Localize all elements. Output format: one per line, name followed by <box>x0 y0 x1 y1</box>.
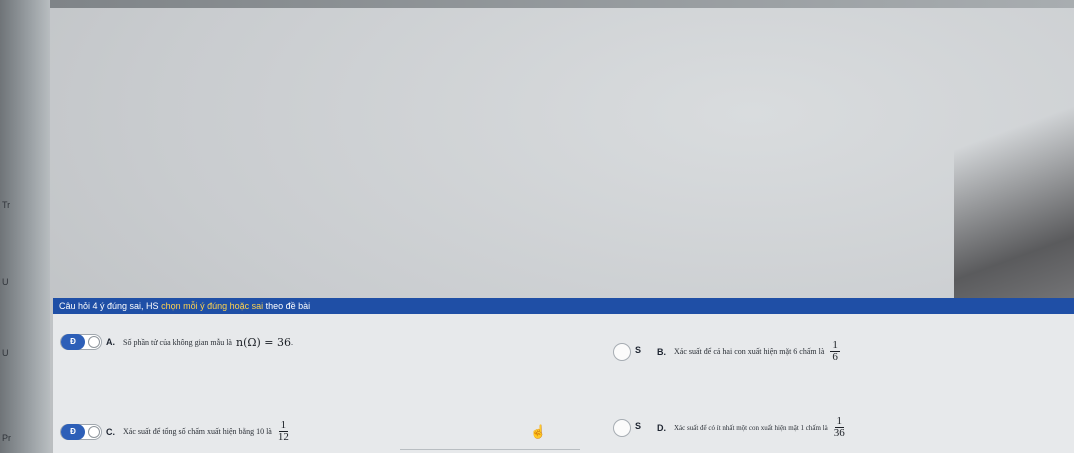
answer-toggle-b[interactable]: S <box>613 342 653 361</box>
edge-text: Pr <box>2 433 11 443</box>
statement-fraction: 1 6 <box>830 340 840 363</box>
statement-letter: D. <box>657 422 666 433</box>
divider-line <box>400 449 580 450</box>
statement-text: Xác suất để tổng số chấm xuất hiện bằng … <box>123 427 272 436</box>
statement-text: Số phần tử của không gian mẫu là <box>123 337 232 347</box>
toggle-value: Đ <box>61 423 85 440</box>
toggle-value: S <box>635 420 642 431</box>
left-edge-strip <box>0 0 50 453</box>
edge-text: Tr <box>2 200 11 210</box>
edge-text: U <box>2 277 9 287</box>
statement-period: . <box>290 337 293 347</box>
statement-a: Đ A. Số phần tử của không gian mẫu là n(… <box>60 334 293 350</box>
header-prefix: Câu hỏi 4 ý đúng sai, HS <box>59 301 162 311</box>
window-top-bar <box>0 0 1074 8</box>
toggle-knob <box>613 418 631 437</box>
fraction-denominator: 12 <box>277 431 289 443</box>
statement-c: Đ C. Xác suất để tổng số chấm xuất hiện … <box>60 420 289 443</box>
statement-fraction: 1 12 <box>278 420 289 443</box>
statement-letter: C. <box>106 426 115 437</box>
toggle-knob <box>88 336 100 348</box>
answer-toggle-a[interactable]: Đ <box>60 334 102 350</box>
toggle-value: Đ <box>61 334 85 350</box>
right-shadow <box>954 0 1074 330</box>
toggle-knob <box>88 425 100 438</box>
fraction-denominator: 6 <box>832 351 838 363</box>
answer-toggle-d[interactable]: S <box>613 418 653 437</box>
answer-toggle-c[interactable]: Đ <box>60 423 102 440</box>
header-highlight: chọn mỗi ý đúng hoặc sai <box>161 301 264 311</box>
statement-math: n(Ω) = 36 <box>235 335 291 349</box>
header-suffix: theo đề bài <box>263 301 311 311</box>
toggle-value: S <box>635 344 642 355</box>
edge-text: U <box>2 348 9 358</box>
toggle-knob <box>613 342 631 361</box>
hand-pointer-icon: ☝ <box>530 424 547 439</box>
statement-b: S B. Xác suất để cả hai con xuất hiện mặ… <box>613 340 840 363</box>
statement-text: Xác suất để cả hai con xuất hiện mặt 6 c… <box>674 347 825 356</box>
question-header: Câu hỏi 4 ý đúng sai, HS chọn mỗi ý đúng… <box>53 298 1074 314</box>
statement-fraction: 1 36 <box>834 416 845 439</box>
statement-letter: A. <box>106 337 115 347</box>
statement-letter: B. <box>657 346 666 357</box>
fraction-denominator: 36 <box>833 427 845 439</box>
statement-text: Xác suất để có ít nhất một con xuất hiện… <box>674 423 828 432</box>
statement-d: S D. Xác suất để có ít nhất một con xuất… <box>613 416 845 439</box>
